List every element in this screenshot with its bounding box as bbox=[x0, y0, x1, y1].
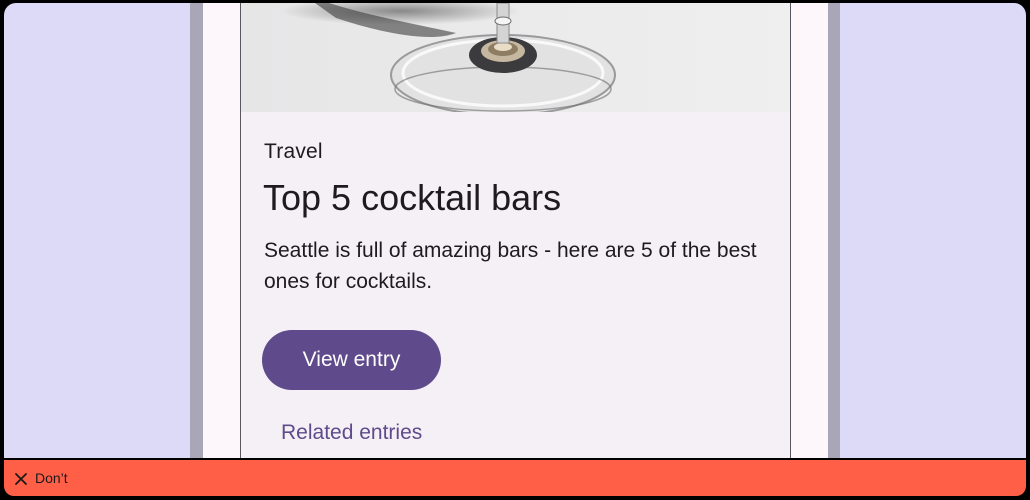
dont-banner: Don’t bbox=[4, 460, 1026, 496]
related-entries-button[interactable]: Related entries bbox=[269, 413, 434, 453]
example-stage: Travel Top 5 cocktail bars Seattle is fu… bbox=[4, 3, 1026, 458]
article-card[interactable]: Travel Top 5 cocktail bars Seattle is fu… bbox=[240, 3, 791, 458]
screenshot-frame: Travel Top 5 cocktail bars Seattle is fu… bbox=[0, 0, 1030, 500]
card-headline: Top 5 cocktail bars bbox=[263, 177, 562, 218]
card-overline: Travel bbox=[264, 140, 323, 163]
close-icon bbox=[14, 471, 28, 485]
banner-label: Don’t bbox=[35, 470, 68, 486]
card-body-text: Seattle is full of amazing bars - here a… bbox=[264, 239, 757, 293]
card-media-image bbox=[241, 3, 790, 112]
cocktail-glass-photo-icon bbox=[241, 3, 790, 112]
view-entry-button[interactable]: View entry bbox=[262, 330, 441, 390]
